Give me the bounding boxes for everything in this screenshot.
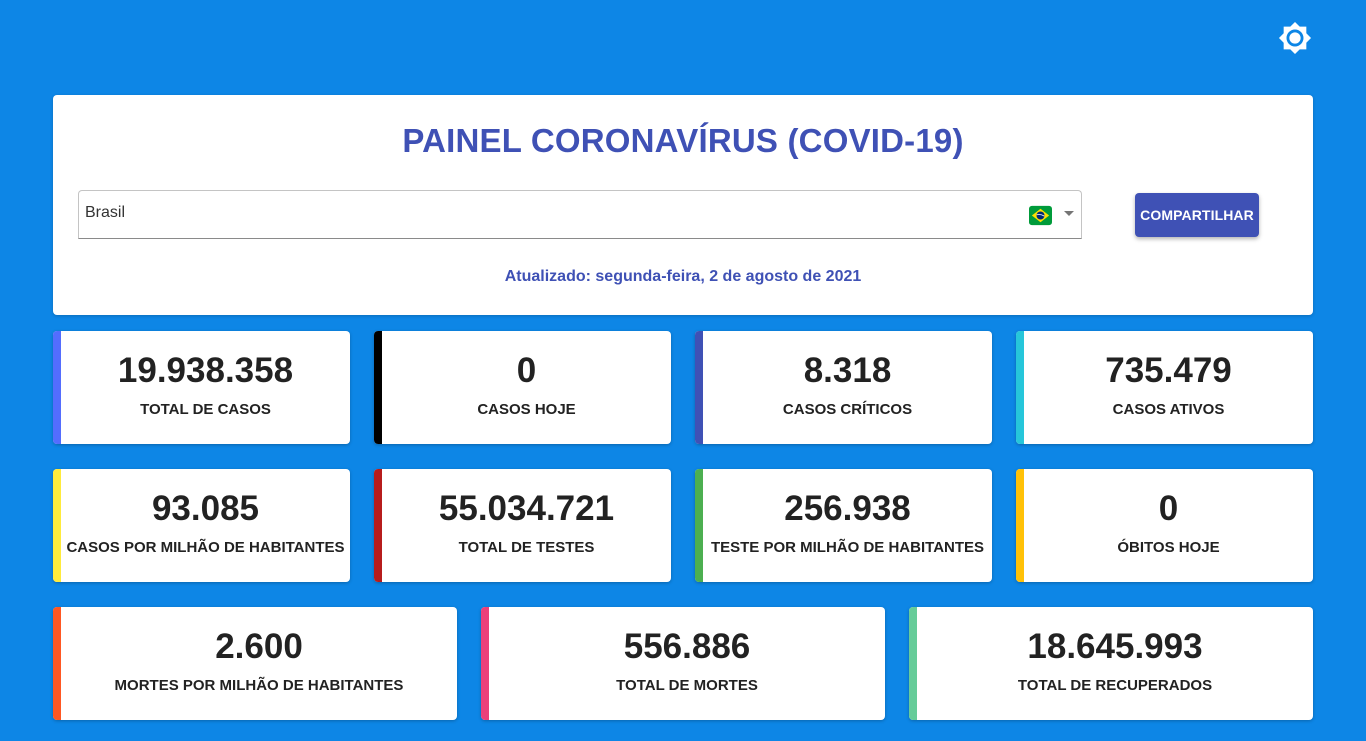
stat-value: 0 xyxy=(516,351,537,390)
stat-color-bar xyxy=(374,469,382,582)
stat-color-bar xyxy=(695,469,703,582)
stat-label: TOTAL DE CASOS xyxy=(140,401,271,418)
stat-color-bar xyxy=(53,607,61,720)
stat-color-bar xyxy=(1016,469,1024,582)
stat-card: 55.034.721 TOTAL DE TESTES xyxy=(374,469,671,582)
stat-value: 735.479 xyxy=(1105,351,1232,390)
stat-value: 0 xyxy=(1158,489,1179,528)
brightness-icon xyxy=(1278,21,1312,55)
stat-color-bar xyxy=(481,607,489,720)
stat-card: 735.479 CASOS ATIVOS xyxy=(1016,331,1313,444)
theme-toggle-button[interactable] xyxy=(1277,20,1313,56)
share-button[interactable]: COMPARTILHAR xyxy=(1135,193,1259,237)
stat-value: 55.034.721 xyxy=(438,489,615,528)
stat-label: MORTES POR MILHÃO DE HABITANTES xyxy=(114,677,404,694)
stat-color-bar xyxy=(374,331,382,444)
brazil-flag-icon xyxy=(1029,205,1052,226)
stat-value: 556.886 xyxy=(623,627,751,666)
stat-card: 256.938 TESTE POR MILHÃO DE HABITANTES xyxy=(695,469,992,582)
stat-card: 0 CASOS HOJE xyxy=(374,331,671,444)
stat-color-bar xyxy=(909,607,917,720)
stat-card: 19.938.358 TOTAL DE CASOS xyxy=(53,331,350,444)
stat-label: TOTAL DE MORTES xyxy=(616,677,758,694)
stat-label: CASOS HOJE xyxy=(477,401,576,418)
stat-color-bar xyxy=(695,331,703,444)
stat-label: CASOS CRÍTICOS xyxy=(782,401,913,418)
stat-color-bar xyxy=(53,331,61,444)
stat-label: TESTE POR MILHÃO DE HABITANTES xyxy=(710,539,985,556)
stat-label: CASOS ATIVOS xyxy=(1112,401,1225,418)
stat-value: 19.938.358 xyxy=(117,351,294,390)
country-select[interactable]: Brasil xyxy=(78,190,1082,239)
stat-card: 93.085 CASOS POR MILHÃO DE HABITANTES xyxy=(53,469,350,582)
stat-color-bar xyxy=(1016,331,1024,444)
stat-card: 556.886 TOTAL DE MORTES xyxy=(481,607,885,720)
page-title: PAINEL CORONAVÍRUS (COVID-19) xyxy=(402,122,964,159)
stat-card: 0 ÓBITOS HOJE xyxy=(1016,469,1313,582)
stat-card: 2.600 MORTES POR MILHÃO DE HABITANTES xyxy=(53,607,457,720)
updated-timestamp: Atualizado: segunda-feira, 2 de agosto d… xyxy=(504,268,862,285)
chevron-down-icon xyxy=(1064,211,1074,216)
stat-value: 18.645.993 xyxy=(1027,627,1203,666)
stat-value: 93.085 xyxy=(151,489,260,528)
stat-value: 2.600 xyxy=(215,627,303,666)
stat-label: TOTAL DE RECUPERADOS xyxy=(1017,677,1213,694)
stat-value: 8.318 xyxy=(803,351,892,390)
country-select-value: Brasil xyxy=(85,204,126,221)
stat-value: 256.938 xyxy=(784,489,911,528)
stat-label: CASOS POR MILHÃO DE HABITANTES xyxy=(66,539,345,556)
stat-label: ÓBITOS HOJE xyxy=(1117,539,1220,556)
stat-label: TOTAL DE TESTES xyxy=(458,539,595,556)
stat-card: 8.318 CASOS CRÍTICOS xyxy=(695,331,992,444)
stat-color-bar xyxy=(53,469,61,582)
stat-card: 18.645.993 TOTAL DE RECUPERADOS xyxy=(909,607,1313,720)
